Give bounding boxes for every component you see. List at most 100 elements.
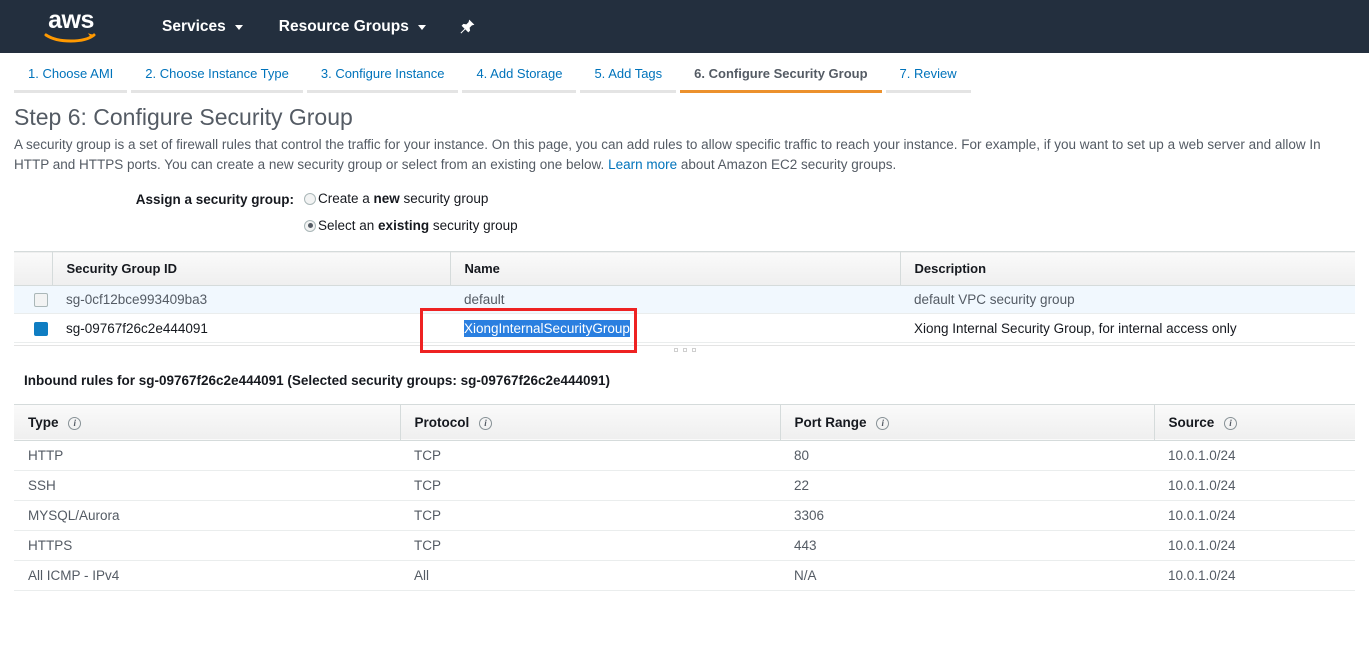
security-groups-table-wrapper: Security Group ID Name Description sg-0c…	[14, 251, 1355, 343]
cell-rule-protocol: TCP	[400, 470, 780, 501]
tab-choose-ami[interactable]: 1. Choose AMI	[14, 66, 128, 93]
select-all-header-cell	[14, 252, 52, 286]
table-row[interactable]: sg-0cf12bce993409ba3 default default VPC…	[14, 285, 1355, 315]
page-title: Step 6: Configure Security Group	[14, 104, 353, 130]
chevron-down-icon	[417, 25, 426, 30]
column-header-port-range-label: Port Range	[794, 414, 867, 430]
pin-button[interactable]	[444, 0, 490, 53]
column-header-port-range[interactable]: Port Range i	[779, 404, 1154, 441]
page-description-line-2: HTTP and HTTPS ports. You can create a n…	[14, 155, 1355, 175]
top-navigation-bar: aws Services Resource Groups	[0, 0, 1369, 53]
table-row: MYSQL/Aurora TCP 3306 10.0.1.0/24	[14, 500, 1355, 531]
assign-radio-group: Create a new security group Select an ex…	[304, 191, 518, 233]
cell-rule-type: SSH	[14, 470, 400, 501]
cell-rule-port-range: 443	[780, 530, 1154, 561]
cell-rule-port-range: 22	[780, 470, 1154, 501]
info-icon[interactable]: i	[479, 416, 493, 430]
column-header-source-label: Source	[1168, 414, 1215, 430]
inbound-rules-table-header: Type i Protocol i Port Range i Source i	[14, 404, 1355, 441]
assign-security-group-section: Assign a security group: Create a new se…	[14, 191, 1355, 233]
pin-icon	[460, 19, 475, 33]
cell-rule-protocol: TCP	[400, 500, 780, 531]
cell-security-group-id: sg-0cf12bce993409ba3	[52, 285, 450, 315]
cell-rule-protocol: All	[400, 560, 780, 591]
tab-add-storage[interactable]: 4. Add Storage	[462, 66, 577, 93]
wizard-step-tabs: 1. Choose AMI 2. Choose Instance Type 3.…	[0, 57, 1369, 93]
security-groups-table-header: Security Group ID Name Description	[14, 251, 1355, 286]
row-checkbox[interactable]	[34, 293, 48, 308]
grip-dot	[673, 347, 678, 352]
cell-rule-port-range: 80	[780, 440, 1154, 471]
column-header-name[interactable]: Name	[449, 251, 900, 286]
aws-smile-icon	[44, 33, 96, 43]
column-header-type-label: Type	[28, 414, 59, 430]
cell-security-group-name: default	[450, 285, 900, 315]
info-icon[interactable]: i	[68, 416, 82, 430]
radio-label-existing: Select an existing security group	[318, 218, 518, 233]
aws-logo-wordmark: aws	[48, 6, 94, 34]
learn-more-link[interactable]: Learn more	[608, 157, 677, 172]
cell-security-group-id: sg-09767f26c2e444091	[52, 313, 450, 343]
radio-button-existing[interactable]	[304, 219, 316, 232]
radio-create-new-security-group[interactable]: Create a new security group	[304, 191, 518, 206]
page-body: Step 6: Configure Security Group A secur…	[0, 103, 1369, 591]
inbound-rules-table-wrapper: Type i Protocol i Port Range i Source i	[14, 404, 1355, 591]
info-icon[interactable]: i	[1224, 416, 1238, 430]
grip-dot	[691, 347, 696, 352]
row-checkbox-cell[interactable]	[14, 313, 52, 343]
tab-choose-instance-type[interactable]: 2. Choose Instance Type	[131, 66, 303, 93]
column-header-security-group-id[interactable]: Security Group ID	[51, 251, 450, 286]
nav-item-resource-groups-label: Resource Groups	[278, 17, 409, 35]
chevron-down-icon	[234, 25, 243, 30]
security-groups-table: Security Group ID Name Description sg-0c…	[14, 251, 1355, 343]
cell-rule-protocol: TCP	[400, 440, 780, 471]
row-checkbox-cell[interactable]	[14, 285, 52, 315]
tab-configure-security-group[interactable]: 6. Configure Security Group	[680, 66, 882, 93]
cell-rule-protocol: TCP	[400, 530, 780, 561]
cell-rule-type: All ICMP - IPv4	[14, 560, 400, 591]
column-header-protocol[interactable]: Protocol i	[399, 404, 780, 441]
radio-label-new: Create a new security group	[318, 191, 489, 206]
nav-item-resource-groups[interactable]: Resource Groups	[261, 0, 444, 53]
inbound-rules-table: Type i Protocol i Port Range i Source i	[14, 404, 1355, 591]
cell-security-group-description: default VPC security group	[900, 285, 1355, 315]
inbound-rules-caption: Inbound rules for sg-09767f26c2e444091 (…	[24, 372, 611, 388]
row-checkbox[interactable]	[34, 321, 48, 336]
aws-logo[interactable]: aws	[40, 7, 102, 47]
cell-rule-port-range: 3306	[780, 500, 1154, 531]
cell-security-group-name: XiongInternalSecurityGroup	[450, 313, 900, 343]
tab-configure-instance[interactable]: 3. Configure Instance	[306, 66, 459, 93]
selected-security-group-name-text: XiongInternalSecurityGroup	[464, 319, 630, 337]
table-row: HTTP TCP 80 10.0.1.0/24	[14, 440, 1355, 471]
tab-add-tags[interactable]: 5. Add Tags	[580, 66, 677, 93]
page-description-line-2-tail: about Amazon EC2 security groups.	[680, 157, 897, 172]
assign-security-group-label: Assign a security group:	[135, 192, 294, 207]
page-description-line-2-text: HTTP and HTTPS ports. You can create a n…	[14, 157, 605, 172]
cell-rule-source: 10.0.1.0/24	[1154, 560, 1355, 591]
column-header-protocol-label: Protocol	[414, 414, 470, 430]
table-row: HTTPS TCP 443 10.0.1.0/24	[14, 530, 1355, 561]
cell-security-group-description: Xiong Internal Security Group, for inter…	[900, 313, 1355, 343]
table-row: All ICMP - IPv4 All N/A 10.0.1.0/24	[14, 560, 1355, 591]
panel-resize-handle[interactable]	[14, 344, 1355, 361]
nav-item-services-label: Services	[162, 17, 226, 35]
table-row[interactable]: sg-09767f26c2e444091 XiongInternalSecuri…	[14, 313, 1355, 343]
cell-rule-port-range: N/A	[780, 560, 1154, 591]
nav-item-services[interactable]: Services	[144, 0, 261, 53]
column-header-description[interactable]: Description	[899, 251, 1355, 286]
page-description-line-1: A security group is a set of firewall ru…	[14, 137, 1321, 152]
grip-dot	[682, 347, 687, 352]
resize-grip-dots[interactable]	[673, 347, 696, 352]
column-header-type[interactable]: Type i	[14, 404, 400, 440]
cell-rule-type: HTTPS	[14, 530, 400, 561]
radio-button-new[interactable]	[304, 192, 316, 205]
cell-rule-source: 10.0.1.0/24	[1154, 500, 1355, 531]
tab-review[interactable]: 7. Review	[885, 66, 971, 93]
column-header-source[interactable]: Source i	[1153, 404, 1355, 441]
cell-rule-source: 10.0.1.0/24	[1154, 470, 1355, 501]
table-row: SSH TCP 22 10.0.1.0/24	[14, 470, 1355, 501]
info-icon[interactable]: i	[876, 416, 890, 430]
cell-rule-source: 10.0.1.0/24	[1154, 530, 1355, 561]
cell-rule-type: HTTP	[14, 440, 400, 471]
radio-select-existing-security-group[interactable]: Select an existing security group	[304, 218, 518, 233]
